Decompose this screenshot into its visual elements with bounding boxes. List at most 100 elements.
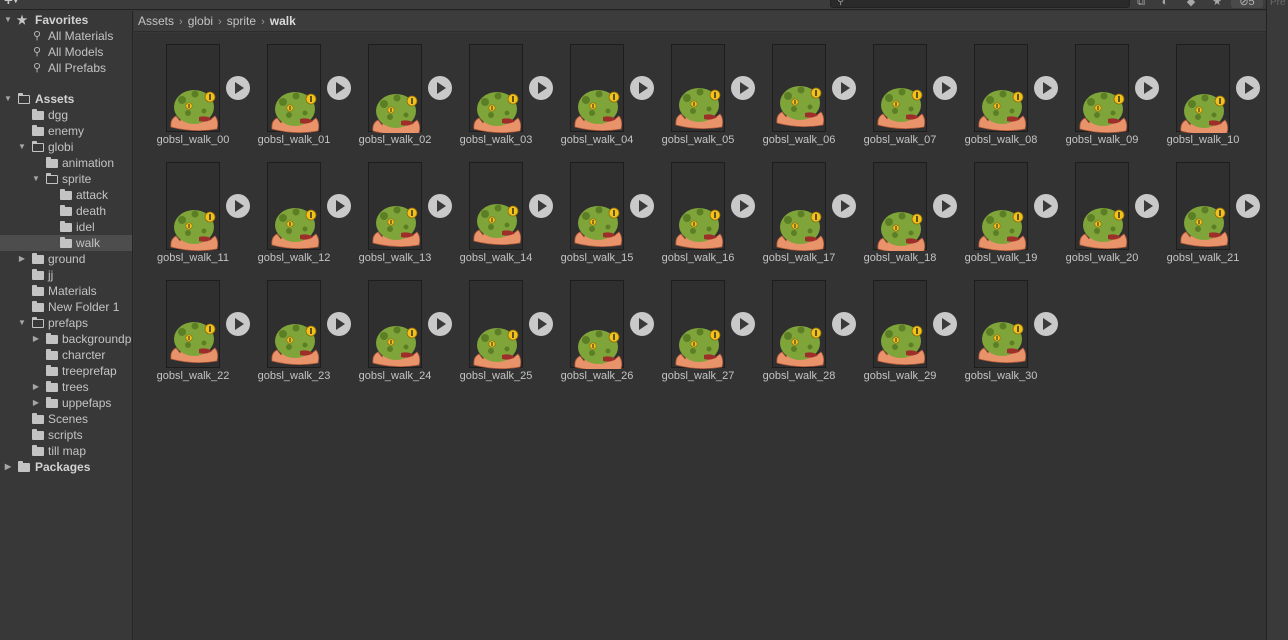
sprite-thumbnail[interactable] [1176, 162, 1230, 250]
sprite-asset[interactable]: gobsl_walk_25 [437, 280, 553, 390]
expand-arrow-icon[interactable]: ▶ [16, 251, 28, 267]
filter-by-type-icon[interactable]: ⧉ [1130, 0, 1152, 8]
filter-by-label-icon[interactable]: ◐ [1154, 0, 1176, 8]
sprite-thumbnail[interactable] [671, 280, 725, 369]
sprite-asset[interactable]: gobsl_walk_17 [740, 162, 856, 272]
tree-item-animation[interactable]: animation [0, 155, 132, 171]
sprite-thumbnail[interactable] [267, 44, 321, 133]
favorites-header[interactable]: ▼ ★ Favorites [0, 12, 132, 28]
expand-arrow-icon[interactable]: ▶ [30, 379, 42, 395]
tree-item-idel[interactable]: idel [0, 219, 132, 235]
tag-icon[interactable]: ◆ [1180, 0, 1202, 8]
sprite-asset[interactable]: gobsl_walk_30 [942, 280, 1058, 390]
favorite-item-all-materials[interactable]: ⚲ All Materials [0, 28, 132, 44]
sprite-thumbnail[interactable] [368, 44, 422, 135]
sprite-asset[interactable]: gobsl_walk_21 [1144, 162, 1260, 272]
sprite-thumbnail[interactable] [368, 162, 422, 250]
sprite-asset[interactable]: gobsl_walk_04 [538, 44, 654, 154]
play-icon[interactable] [1236, 194, 1260, 218]
create-button[interactable]: +▾ [4, 0, 18, 8]
sprite-thumbnail[interactable] [873, 44, 927, 132]
sprite-thumbnail[interactable] [873, 162, 927, 253]
tree-item-walk[interactable]: walk [0, 235, 132, 251]
sprite-thumbnail[interactable] [671, 162, 725, 250]
tree-item-trees[interactable]: ▶ trees [0, 379, 132, 395]
sprite-thumbnail[interactable] [166, 44, 220, 132]
collapse-arrow-icon[interactable]: ▼ [16, 315, 28, 331]
expand-arrow-icon[interactable]: ▶ [30, 395, 42, 411]
sprite-thumbnail[interactable] [1176, 44, 1230, 135]
collapse-arrow-icon[interactable]: ▼ [16, 139, 28, 155]
sprite-asset[interactable]: gobsl_walk_16 [639, 162, 755, 272]
tree-item-jj[interactable]: jj [0, 267, 132, 283]
tree-item-attack[interactable]: attack [0, 187, 132, 203]
sprite-asset[interactable]: gobsl_walk_00 [134, 44, 250, 154]
sprite-asset[interactable]: gobsl_walk_03 [437, 44, 553, 154]
sprite-asset[interactable]: gobsl_walk_01 [235, 44, 351, 154]
sprite-asset[interactable]: gobsl_walk_06 [740, 44, 856, 154]
sprite-asset[interactable]: gobsl_walk_12 [235, 162, 351, 272]
expand-arrow-icon[interactable]: ▶ [30, 331, 42, 347]
sprite-thumbnail[interactable] [772, 162, 826, 251]
sprite-asset[interactable]: gobsl_walk_11 [134, 162, 250, 272]
tree-item-ground[interactable]: ▶ ground [0, 251, 132, 267]
sprite-thumbnail[interactable] [166, 280, 220, 368]
tree-item-prefaps[interactable]: ▼ prefaps [0, 315, 132, 331]
sprite-thumbnail[interactable] [873, 280, 927, 368]
sprite-asset[interactable]: gobsl_walk_26 [538, 280, 654, 390]
expand-arrow-icon[interactable]: ▼ [2, 91, 14, 107]
sprite-thumbnail[interactable] [267, 280, 321, 368]
breadcrumb-item[interactable]: sprite [227, 14, 256, 28]
tree-item-treeprefap[interactable]: treeprefap [0, 363, 132, 379]
sprite-thumbnail[interactable] [570, 280, 624, 371]
tree-item-uppefaps[interactable]: ▶ uppefaps [0, 395, 132, 411]
sprite-asset[interactable]: gobsl_walk_10 [1144, 44, 1260, 154]
sprite-thumbnail[interactable] [1075, 44, 1129, 133]
tree-item-death[interactable]: death [0, 203, 132, 219]
sprite-thumbnail[interactable] [974, 44, 1028, 132]
sprite-asset[interactable]: gobsl_walk_22 [134, 280, 250, 390]
sprite-thumbnail[interactable] [570, 162, 624, 250]
play-icon[interactable] [1236, 76, 1260, 100]
sprite-asset[interactable]: gobsl_walk_09 [1043, 44, 1159, 154]
tree-item-materials[interactable]: Materials [0, 283, 132, 299]
sprite-asset[interactable]: gobsl_walk_28 [740, 280, 856, 390]
sprite-asset[interactable]: gobsl_walk_19 [942, 162, 1058, 272]
breadcrumb-current[interactable]: walk [270, 14, 296, 28]
sprite-asset[interactable]: gobsl_walk_07 [841, 44, 957, 154]
sprite-asset[interactable]: gobsl_walk_08 [942, 44, 1058, 154]
sprite-thumbnail[interactable] [974, 280, 1028, 368]
hidden-packages-toggle[interactable]: ⊘5 [1231, 0, 1263, 8]
packages-root[interactable]: ▶ Packages [0, 459, 132, 475]
tree-item-till-map[interactable]: till map [0, 443, 132, 459]
expand-arrow-icon[interactable]: ▼ [2, 12, 14, 28]
tree-item-dgg[interactable]: dgg [0, 107, 132, 123]
favorite-item-all-prefabs[interactable]: ⚲ All Prefabs [0, 60, 132, 76]
search-input[interactable]: ⚲ [830, 0, 1130, 8]
sprite-thumbnail[interactable] [772, 280, 826, 368]
sprite-thumbnail[interactable] [368, 280, 422, 368]
expand-arrow-icon[interactable]: ▶ [2, 459, 14, 475]
breadcrumb-item[interactable]: globi [188, 14, 213, 28]
tree-item-scenes[interactable]: Scenes [0, 411, 132, 427]
sprite-asset[interactable]: gobsl_walk_23 [235, 280, 351, 390]
sprite-thumbnail[interactable] [166, 162, 220, 251]
favorite-item-all-models[interactable]: ⚲ All Models [0, 44, 132, 60]
sprite-asset[interactable]: gobsl_walk_15 [538, 162, 654, 272]
sprite-asset[interactable]: gobsl_walk_27 [639, 280, 755, 390]
tree-item-scripts[interactable]: scripts [0, 427, 132, 443]
sprite-thumbnail[interactable] [267, 162, 321, 250]
sprite-thumbnail[interactable] [570, 44, 624, 132]
sprite-thumbnail[interactable] [671, 44, 725, 132]
sprite-asset[interactable]: gobsl_walk_02 [336, 44, 452, 154]
favorite-star-icon[interactable]: ★ [1206, 0, 1228, 8]
sprite-asset[interactable]: gobsl_walk_20 [1043, 162, 1159, 272]
sprite-asset[interactable]: gobsl_walk_14 [437, 162, 553, 272]
assets-root[interactable]: ▼ Assets [0, 91, 132, 107]
tree-item-backgroundp[interactable]: ▶ backgroundp [0, 331, 132, 347]
play-icon[interactable] [1034, 312, 1058, 336]
sprite-thumbnail[interactable] [974, 162, 1028, 251]
tree-item-sprite[interactable]: ▼ sprite [0, 171, 132, 187]
breadcrumb-item[interactable]: Assets [138, 14, 174, 28]
tree-item-globi[interactable]: ▼ globi [0, 139, 132, 155]
